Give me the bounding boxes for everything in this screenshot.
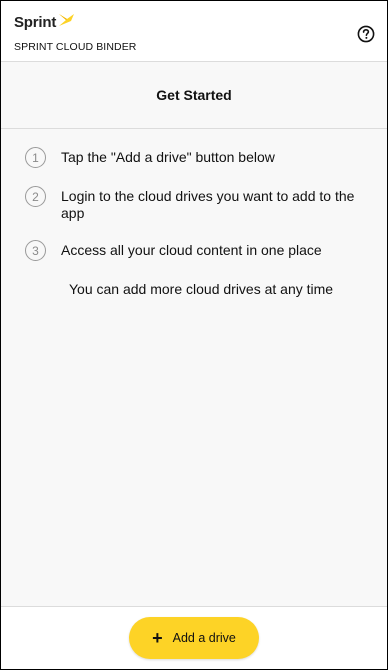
info-note: You can add more cloud drives at any tim… [69, 281, 334, 297]
add-drive-label: Add a drive [172, 631, 236, 645]
sprint-pinwheel-icon [59, 14, 75, 26]
footer-bar: + Add a drive [1, 606, 387, 669]
app-name: SPRINT CLOUD BINDER [14, 41, 137, 53]
section-title: Get Started [1, 62, 387, 129]
sprint-logo: Sprint [14, 13, 75, 31]
step-text: Access all your cloud content in one pla… [61, 242, 322, 258]
step-number-badge: 3 [25, 240, 46, 261]
help-circle-icon[interactable] [357, 25, 375, 43]
step-number-badge: 2 [25, 186, 46, 207]
app-bar: Sprint SPRINT CLOUD BINDER [1, 1, 387, 62]
step-text: Tap the "Add a drive" button below [61, 149, 275, 165]
step-3: 3 Access all your cloud content in one p… [25, 240, 371, 261]
screen: Sprint SPRINT CLOUD BINDER Get Started 1… [0, 0, 388, 670]
step-1: 1 Tap the "Add a drive" button below [25, 147, 371, 168]
step-2: 2 Login to the cloud drives you want to … [25, 186, 371, 222]
plus-icon: + [152, 628, 163, 648]
add-drive-button[interactable]: + Add a drive [129, 617, 259, 659]
step-text: Login to the cloud drives you want to ad… [61, 188, 355, 221]
brand-name: Sprint [14, 14, 57, 31]
steps-list: 1 Tap the "Add a drive" button below 2 L… [1, 129, 387, 261]
step-number-badge: 1 [25, 147, 46, 168]
